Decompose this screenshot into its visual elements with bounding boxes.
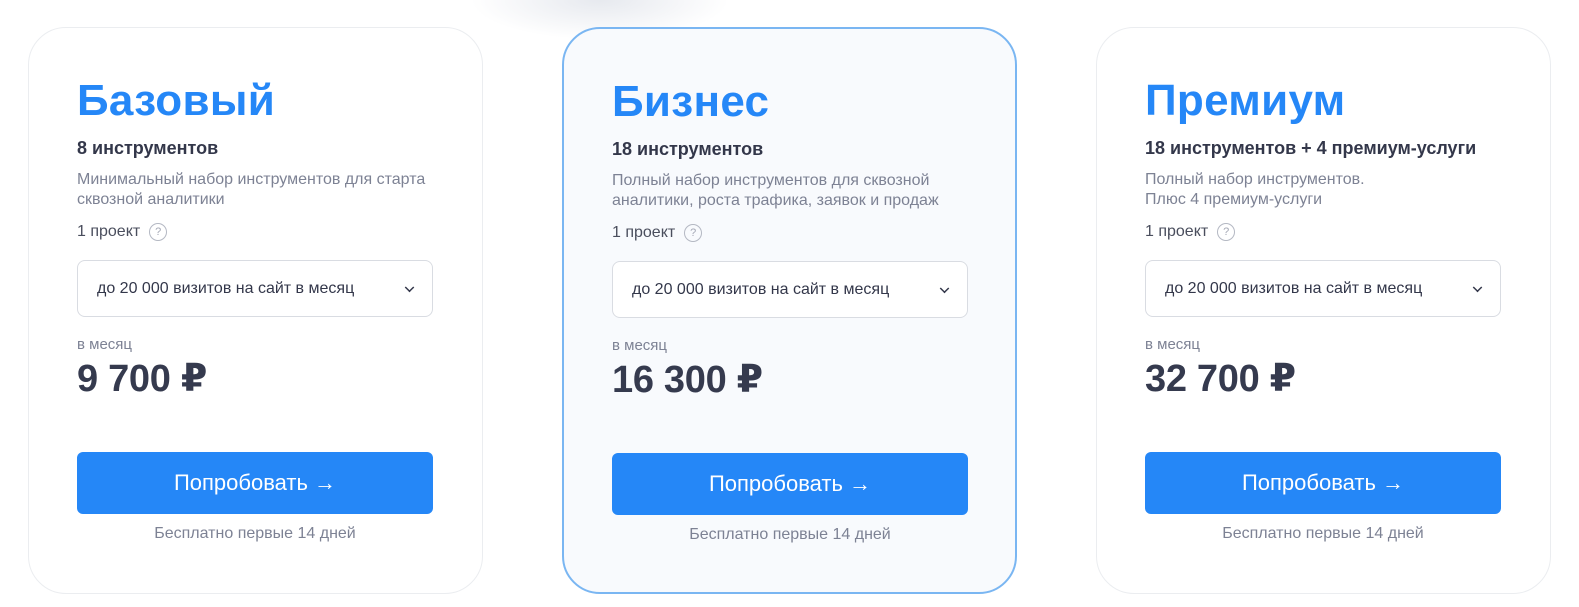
plan-card-basic: Базовый 8 инструментов Минимальный набор… — [28, 27, 483, 594]
plan-description-line: Полный набор инструментов для сквозной — [612, 172, 930, 189]
try-button[interactable]: Попробовать → — [612, 453, 968, 515]
plan-card-premium: Премиум 18 инструментов + 4 премиум-услу… — [1096, 27, 1551, 594]
plan-description-line: аналитики, роста трафика, заявок и прода… — [612, 192, 939, 209]
plan-tools-count: 8 инструментов — [77, 138, 219, 158]
price-period: в месяц — [77, 336, 133, 353]
question-circle-icon[interactable]: ? — [149, 223, 168, 241]
plan-description: Минимальный набор инструментов для старт… — [77, 170, 457, 210]
chevron-down-icon — [1472, 282, 1483, 293]
plan-projects-label: 1 проект — [77, 223, 141, 240]
free-trial-note: Бесплатно первые 14 дней — [154, 525, 356, 542]
plan-card-business: Бизнес 18 инструментов Полный набор инст… — [562, 27, 1017, 594]
plan-tools-count: 18 инструментов + 4 премиум-услуги — [1145, 138, 1477, 158]
price-period: в месяц — [612, 337, 668, 354]
plan-projects-label: 1 проект — [612, 224, 676, 241]
plan-description: Полный набор инструментов. Плюс 4 премиу… — [1145, 170, 1525, 210]
plan-price: 9 700 ₽ — [77, 358, 207, 400]
visits-select[interactable]: до 20 000 визитов на сайт в месяц — [1145, 260, 1501, 317]
plan-description-line: сквозной аналитики — [77, 191, 225, 208]
plan-name: Базовый — [77, 76, 276, 125]
plan-tools-count: 18 инструментов — [612, 139, 764, 159]
question-circle-icon[interactable]: ? — [1217, 223, 1236, 241]
plan-description: Полный набор инструментов для сквозной а… — [612, 171, 992, 211]
visits-select-value: до 20 000 визитов на сайт в месяц — [97, 279, 355, 297]
plan-name: Премиум — [1145, 76, 1346, 125]
visits-select[interactable]: до 20 000 визитов на сайт в месяц — [612, 261, 968, 318]
chevron-down-icon — [404, 282, 415, 293]
plan-description-line: Полный набор инструментов. — [1145, 171, 1365, 188]
plan-description-line: Минимальный набор инструментов для старт… — [77, 171, 426, 188]
plan-projects: 1 проект ? — [612, 224, 703, 242]
plan-description-line: Плюс 4 премиум-услуги — [1145, 191, 1323, 208]
plan-price: 16 300 ₽ — [612, 359, 763, 401]
visits-select[interactable]: до 20 000 визитов на сайт в месяц — [77, 260, 433, 317]
pricing-section: Базовый 8 инструментов Минимальный набор… — [0, 0, 1579, 607]
plan-projects: 1 проект ? — [1145, 223, 1236, 241]
plan-price: 32 700 ₽ — [1145, 358, 1296, 400]
plan-name: Бизнес — [612, 77, 770, 126]
try-button[interactable]: Попробовать → — [77, 452, 433, 514]
visits-select-value: до 20 000 визитов на сайт в месяц — [1165, 279, 1423, 297]
free-trial-note: Бесплатно первые 14 дней — [1222, 525, 1424, 542]
price-period: в месяц — [1145, 336, 1201, 353]
visits-select-value: до 20 000 визитов на сайт в месяц — [632, 280, 890, 298]
chevron-down-icon — [939, 283, 950, 294]
plan-projects: 1 проект ? — [77, 223, 168, 241]
try-button[interactable]: Попробовать → — [1145, 452, 1501, 514]
plan-projects-label: 1 проект — [1145, 223, 1209, 240]
free-trial-note: Бесплатно первые 14 дней — [689, 526, 891, 543]
question-circle-icon[interactable]: ? — [684, 224, 703, 242]
